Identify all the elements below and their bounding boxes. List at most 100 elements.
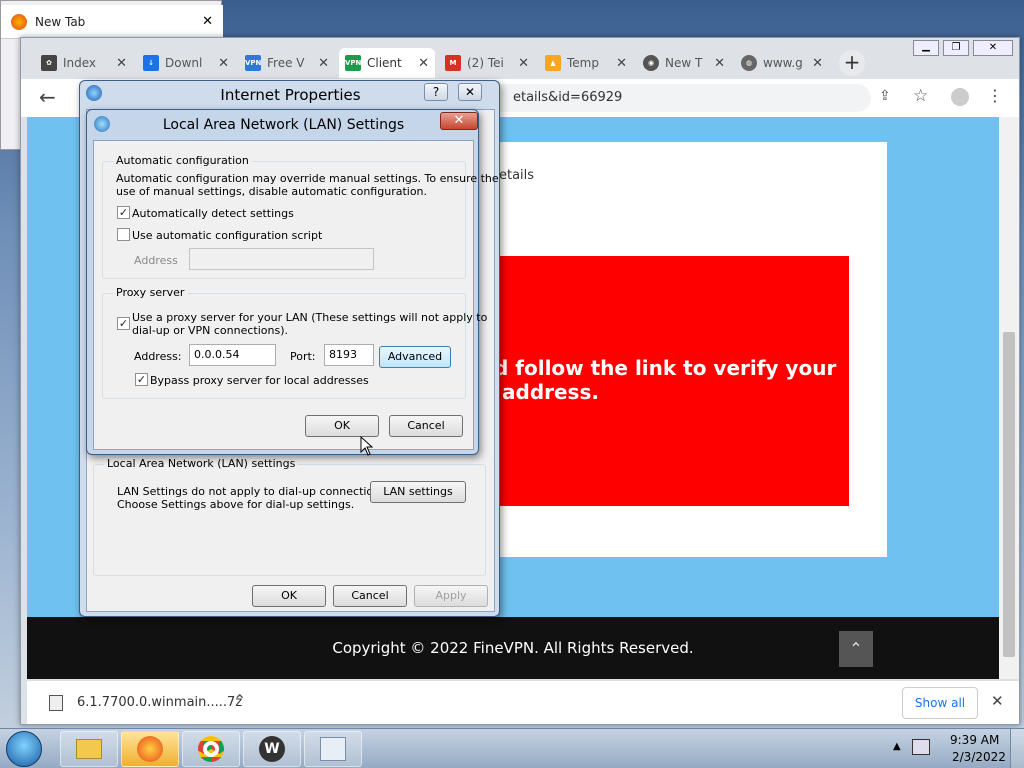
winrar-taskbar-icon[interactable]: W bbox=[243, 731, 301, 767]
close-icon[interactable]: ✕ bbox=[418, 56, 429, 71]
auto-detect-label[interactable]: Automatically detect settings bbox=[132, 207, 294, 220]
close-icon[interactable]: ✕ bbox=[318, 56, 329, 71]
archive-file-icon bbox=[49, 695, 63, 711]
auto-group-label: Automatic configuration bbox=[113, 154, 252, 167]
menu-icon[interactable]: ⋮ bbox=[987, 86, 1003, 105]
tab-new-tab[interactable]: ◉ New T ✕ bbox=[637, 48, 731, 78]
lan-settings-button[interactable]: LAN settings bbox=[370, 481, 466, 503]
close-button[interactable]: ✕ bbox=[440, 112, 478, 130]
maximize-icon[interactable]: ❐ bbox=[943, 40, 969, 56]
use-proxy-label-line-1[interactable]: Use a proxy server for your LAN (These s… bbox=[132, 311, 487, 324]
new-tab-button[interactable]: + bbox=[839, 50, 865, 76]
tab-label: Downl bbox=[165, 56, 203, 70]
tab-free-vpn[interactable]: VPN Free V ✕ bbox=[239, 48, 335, 78]
tab-client[interactable]: VPN Client ✕ bbox=[339, 48, 435, 78]
close-icon[interactable]: ✕ bbox=[991, 692, 1004, 710]
tab-label: Index bbox=[63, 56, 97, 70]
tab-label: Temp bbox=[567, 56, 599, 70]
firefox-tab[interactable]: New Tab ✕ bbox=[1, 5, 223, 39]
auto-script-label[interactable]: Use automatic configuration script bbox=[132, 229, 322, 242]
address-label: Address bbox=[134, 254, 178, 267]
tab-label: www.g bbox=[763, 56, 803, 70]
banner-line-2: address. bbox=[502, 380, 599, 404]
close-icon[interactable]: ✕ bbox=[714, 56, 725, 71]
auto-detect-checkbox[interactable]: ✓ bbox=[117, 206, 130, 219]
close-button[interactable]: ✕ bbox=[458, 83, 482, 101]
tab-temp[interactable]: ▲ Temp ✕ bbox=[539, 48, 633, 78]
share-icon[interactable]: ⇪ bbox=[879, 88, 891, 104]
scrollbar[interactable] bbox=[999, 117, 1019, 679]
lan-settings-group: Local Area Network (LAN) settings LAN Se… bbox=[93, 457, 486, 576]
close-icon[interactable]: ✕ bbox=[812, 56, 823, 71]
temp-icon: ▲ bbox=[545, 55, 561, 71]
dialog-body: Automatic configuration Automatic config… bbox=[93, 140, 499, 450]
proxy-address-label: Address: bbox=[134, 350, 182, 363]
tab-gmail[interactable]: M (2) Tei ✕ bbox=[439, 48, 535, 78]
bypass-local-checkbox[interactable]: ✓ bbox=[135, 373, 148, 386]
use-proxy-checkbox[interactable]: ✓ bbox=[117, 317, 130, 330]
tab-www[interactable]: ◍ www.g ✕ bbox=[735, 48, 829, 78]
auto-desc-line-1: Automatic configuration may override man… bbox=[116, 172, 499, 185]
download-icon: ↓ bbox=[143, 55, 159, 71]
scroll-to-top-button[interactable]: ⌃ bbox=[839, 631, 873, 667]
close-icon[interactable]: ✕ bbox=[202, 14, 213, 29]
use-proxy-label-line-2[interactable]: dial-up or VPN connections). bbox=[132, 324, 288, 337]
close-icon[interactable]: ✕ bbox=[518, 56, 529, 71]
dialog-title: Local Area Network (LAN) Settings bbox=[162, 117, 405, 133]
clock-time[interactable]: 9:39 AM bbox=[950, 733, 999, 747]
close-icon[interactable]: ✕ bbox=[218, 56, 229, 71]
automatic-configuration-group: Automatic configuration Automatic config… bbox=[102, 154, 499, 279]
profile-avatar-icon[interactable] bbox=[951, 88, 969, 106]
apply-button[interactable]: Apply bbox=[414, 585, 488, 607]
help-button[interactable]: ? bbox=[424, 83, 448, 101]
tab-label: New T bbox=[665, 56, 703, 70]
tab-label: (2) Tei bbox=[467, 56, 504, 70]
download-filename[interactable]: 6.1.7700.0.winmain.....7z bbox=[77, 695, 242, 710]
advanced-button[interactable]: Advanced bbox=[379, 346, 451, 368]
ok-button[interactable]: OK bbox=[305, 415, 379, 437]
firefox-tab-title: New Tab bbox=[35, 14, 86, 29]
verify-banner: d follow the link to verify your address… bbox=[494, 256, 849, 506]
show-desktop-button[interactable] bbox=[1010, 729, 1024, 768]
bookmark-star-icon[interactable]: ☆ bbox=[913, 86, 928, 106]
explorer-taskbar-icon[interactable] bbox=[60, 731, 118, 767]
network-tray-icon[interactable] bbox=[912, 739, 930, 755]
tab-label: Client bbox=[367, 56, 402, 70]
network-settings-taskbar-icon[interactable] bbox=[304, 731, 362, 767]
minimize-icon[interactable]: ▁ bbox=[913, 40, 939, 56]
chrome-icon: ◉ bbox=[643, 55, 659, 71]
close-icon[interactable]: ✕ bbox=[973, 40, 1013, 56]
globe-icon: ◍ bbox=[741, 55, 757, 71]
tab-index[interactable]: ✿ Index ✕ bbox=[35, 48, 133, 78]
tab-download[interactable]: ↓ Downl ✕ bbox=[137, 48, 235, 78]
taskbar: W ▲ 9:39 AM 2/3/2022 bbox=[0, 728, 1024, 768]
script-address-field[interactable] bbox=[189, 248, 374, 270]
lan-note-line-2: Choose Settings above for dial-up settin… bbox=[117, 498, 355, 511]
close-icon[interactable]: ✕ bbox=[616, 56, 627, 71]
proxy-server-group: Proxy server ✓ Use a proxy server for yo… bbox=[102, 286, 487, 399]
close-icon[interactable]: ✕ bbox=[116, 56, 127, 71]
start-orb-icon[interactable] bbox=[6, 731, 42, 767]
tab-label: Free V bbox=[267, 56, 305, 70]
chrome-taskbar-icon[interactable] bbox=[182, 731, 240, 767]
show-all-button[interactable]: Show all bbox=[902, 687, 978, 719]
chevron-up-icon[interactable]: ⌃ bbox=[233, 691, 246, 710]
scrollbar-thumb[interactable] bbox=[1003, 332, 1015, 657]
window-controls: ▁ ❐ ✕ bbox=[913, 40, 1013, 56]
auto-desc-line-2: use of manual settings, disable automati… bbox=[116, 185, 428, 198]
clock-date[interactable]: 2/3/2022 bbox=[952, 750, 1006, 764]
cancel-button[interactable]: Cancel bbox=[389, 415, 463, 437]
ok-button[interactable]: OK bbox=[252, 585, 326, 607]
auto-script-checkbox[interactable] bbox=[117, 228, 130, 241]
tray-arrow-icon[interactable]: ▲ bbox=[893, 741, 901, 752]
download-bar: 6.1.7700.0.winmain.....7z ⌃ Show all ✕ bbox=[27, 680, 1019, 724]
lan-note-line-1: LAN Settings do not apply to dial-up con… bbox=[117, 485, 390, 498]
firefox-icon bbox=[11, 13, 27, 30]
proxy-address-field[interactable]: 0.0.0.54 bbox=[189, 344, 276, 366]
bypass-local-label[interactable]: Bypass proxy server for local addresses bbox=[150, 374, 369, 387]
copyright-text: Copyright © 2022 FineVPN. All Rights Res… bbox=[332, 639, 694, 657]
cancel-button[interactable]: Cancel bbox=[333, 585, 407, 607]
back-icon[interactable]: ← bbox=[39, 85, 56, 109]
firefox-taskbar-icon[interactable] bbox=[121, 731, 179, 767]
port-field[interactable]: 8193 bbox=[324, 344, 374, 366]
